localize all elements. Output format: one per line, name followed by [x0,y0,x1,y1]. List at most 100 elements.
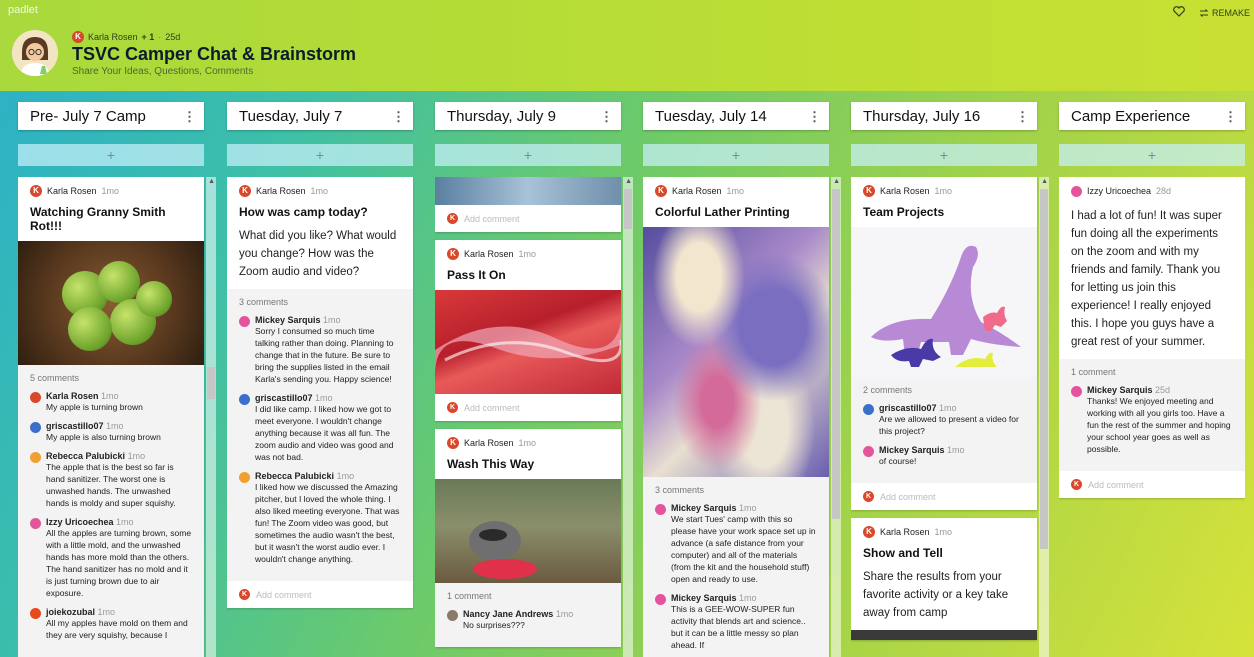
commenter-name[interactable]: Mickey Sarquis [255,315,321,325]
add-comment-placeholder[interactable]: Add comment [256,590,312,600]
post-card[interactable]: K Karla Rosen 1mo Colorful Lather Printi… [643,177,829,657]
board-plus-count: + 1 [141,32,155,42]
kebab-icon[interactable]: ⋮ [1224,110,1237,123]
author-name[interactable]: Izzy Uricoechea [1087,186,1151,196]
raccoon-image[interactable] [435,479,621,583]
comment-count[interactable]: 3 comments [239,297,401,307]
scroll-up-icon[interactable]: ▲ [1041,178,1048,185]
comment-count[interactable]: 2 comments [863,385,1025,395]
add-post-button[interactable]: + [435,144,621,166]
post-card[interactable]: Izzy Uricoechea 28d I had a lot of fun! … [1059,177,1245,498]
comment-time: 1mo [116,517,134,527]
comment-count[interactable]: 1 comment [447,591,609,601]
add-post-button[interactable]: + [1059,144,1245,166]
post-time: 1mo [934,186,953,196]
commenter-name[interactable]: Mickey Sarquis [671,503,737,513]
scroll-up-icon[interactable]: ▲ [208,178,215,185]
scroll-thumb[interactable] [207,367,215,399]
comment: Mickey Sarquis 1mo This is a GEE-WOW-SUP… [655,593,817,651]
add-comment-field[interactable]: K Add comment [1059,471,1245,498]
kebab-icon[interactable]: ⋮ [183,110,196,123]
kebab-icon[interactable]: ⋮ [600,110,613,123]
post-card[interactable]: K Karla Rosen 1mo Team Projects 2 commen… [851,177,1037,510]
author-name[interactable]: Karla Rosen [464,438,514,448]
author-name[interactable]: Karla Rosen [672,186,722,196]
scrollbar[interactable]: ▲ [206,177,216,657]
post-time: 1mo [518,249,537,259]
add-comment-field[interactable]: K Add comment [435,394,621,421]
apples-image[interactable] [18,241,204,365]
post-card[interactable]: K Karla Rosen 1mo Pass It On K Add comme… [435,240,621,421]
column-title: Thursday, July 16 [863,107,981,125]
author-avatar[interactable]: K [72,31,84,43]
kebab-icon[interactable]: ⋮ [1016,110,1029,123]
commenter-name[interactable]: griscastillo07 [46,421,104,431]
scrollbar[interactable]: ▲ [831,177,841,657]
comments-section: 3 comments Mickey Sarquis 1mo We start T… [643,477,829,657]
scroll-up-icon[interactable]: ▲ [625,178,632,185]
add-comment-field[interactable]: K Add comment [435,205,621,232]
add-comment-placeholder[interactable]: Add comment [464,403,520,413]
add-comment-placeholder[interactable]: Add comment [1088,480,1144,490]
author-avatar: K [447,437,459,449]
post-image[interactable] [851,630,1037,640]
scrollbar[interactable]: ▲ [623,177,633,657]
scroll-up-icon[interactable]: ▲ [833,178,840,185]
kebab-icon[interactable]: ⋮ [808,110,821,123]
add-comment-field[interactable]: K Add comment [227,581,413,608]
post-title: Colorful Lather Printing [655,205,790,219]
author-name[interactable]: Karla Rosen [880,186,930,196]
add-comment-field[interactable]: K Add comment [851,483,1037,510]
comment-count[interactable]: 5 comments [30,373,192,383]
author-name[interactable]: Karla Rosen [880,527,930,537]
commenter-name[interactable]: Rebecca Palubicki [255,471,334,481]
author-avatar: K [863,185,875,197]
post-card[interactable]: K Add comment [435,177,621,232]
comment-count[interactable]: 3 comments [655,485,817,495]
scroll-thumb[interactable] [1040,189,1048,549]
post-card[interactable]: K Karla Rosen 1mo How was camp today? Wh… [227,177,413,608]
post-card[interactable]: K Karla Rosen 1mo Watching Granny Smith … [18,177,204,657]
add-post-button[interactable]: + [227,144,413,166]
post-time: 1mo [726,186,745,196]
board-age: 25d [165,32,181,42]
commenter-name[interactable]: Mickey Sarquis [879,445,945,455]
column-tuesday-july-7: Tuesday, July 7 ⋮ + K Karla Rosen 1mo Ho… [227,102,413,608]
add-post-button[interactable]: + [643,144,829,166]
add-post-button[interactable]: + [18,144,204,166]
commenter-name[interactable]: Mickey Sarquis [1087,385,1153,395]
author-name[interactable]: Karla Rosen [47,186,97,196]
scroll-thumb[interactable] [832,189,840,519]
heart-icon[interactable] [1173,6,1185,19]
commenter-avatar [30,608,41,619]
commenter-name[interactable]: Nancy Jane Andrews [463,609,553,619]
post-card[interactable]: K Karla Rosen 1mo Show and Tell Share th… [851,518,1037,640]
commenter-name[interactable]: griscastillo07 [879,403,937,413]
add-post-button[interactable]: + [851,144,1037,166]
scroll-thumb[interactable] [624,189,632,229]
scrollbar[interactable]: ▲ [1039,177,1049,657]
commenter-name[interactable]: Karla Rosen [46,391,99,401]
add-comment-placeholder[interactable]: Add comment [880,492,936,502]
comment-count[interactable]: 1 comment [1071,367,1233,377]
padlet-logo[interactable]: padlet [8,4,38,16]
commenter-name[interactable]: Izzy Uricoechea [46,517,114,527]
post-time: 28d [1156,186,1172,196]
post-card[interactable]: K Karla Rosen 1mo Wash This Way 1 commen… [435,429,621,647]
author-name[interactable]: Karla Rosen [256,186,306,196]
board-author[interactable]: Karla Rosen [88,32,138,42]
commenter-name[interactable]: joiekozubal [46,607,95,617]
marbled-print-image[interactable] [643,227,829,477]
comment: Rebecca Palubicki 1mo I liked how we dis… [239,471,401,565]
add-comment-placeholder[interactable]: Add comment [464,214,520,224]
post-image[interactable] [435,177,621,205]
commenter-name[interactable]: Mickey Sarquis [671,593,737,603]
column-header: Camp Experience ⋮ [1059,102,1245,130]
remake-button[interactable]: REMAKE [1199,8,1250,18]
kebab-icon[interactable]: ⋮ [392,110,405,123]
commenter-name[interactable]: Rebecca Palubicki [46,451,125,461]
dinosaurs-image[interactable] [851,227,1037,377]
author-name[interactable]: Karla Rosen [464,249,514,259]
confetti-image[interactable] [435,290,621,394]
commenter-name[interactable]: griscastillo07 [255,393,313,403]
